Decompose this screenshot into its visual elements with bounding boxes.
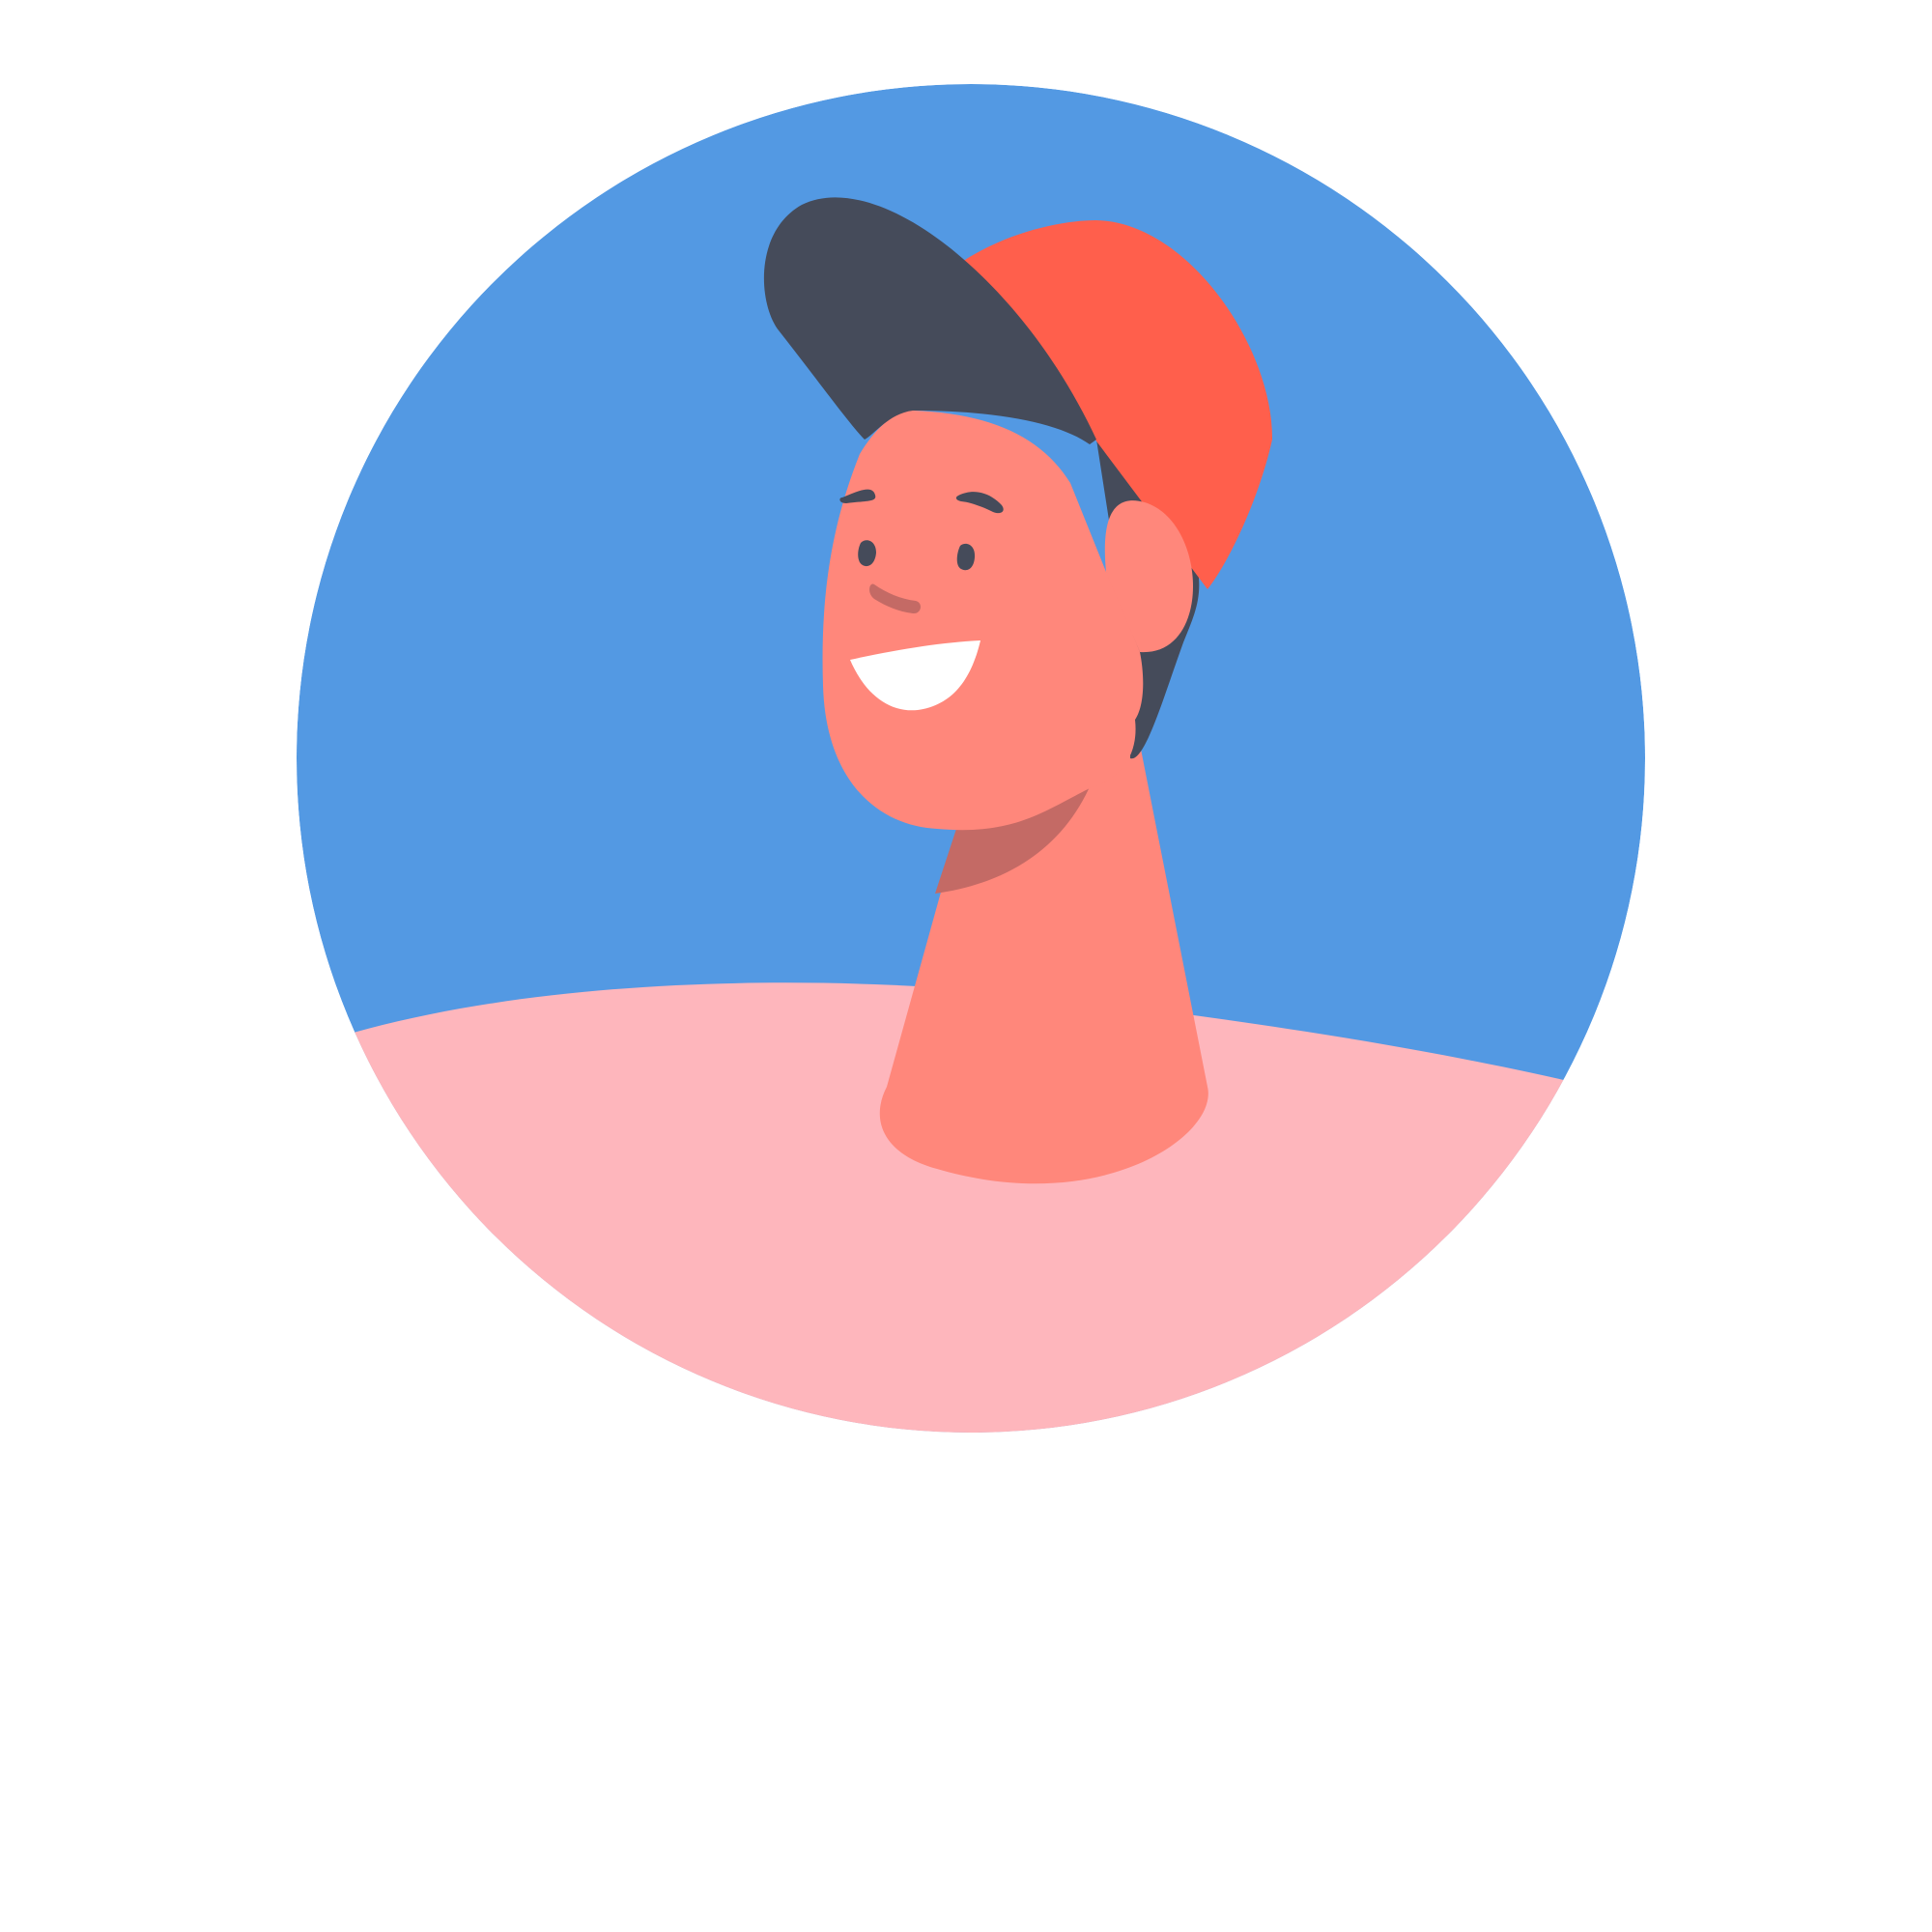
right-eye-icon <box>956 543 976 571</box>
avatar-illustration <box>297 84 1645 1433</box>
avatar-canvas <box>0 0 1932 1932</box>
avatar-circle <box>297 84 1645 1433</box>
